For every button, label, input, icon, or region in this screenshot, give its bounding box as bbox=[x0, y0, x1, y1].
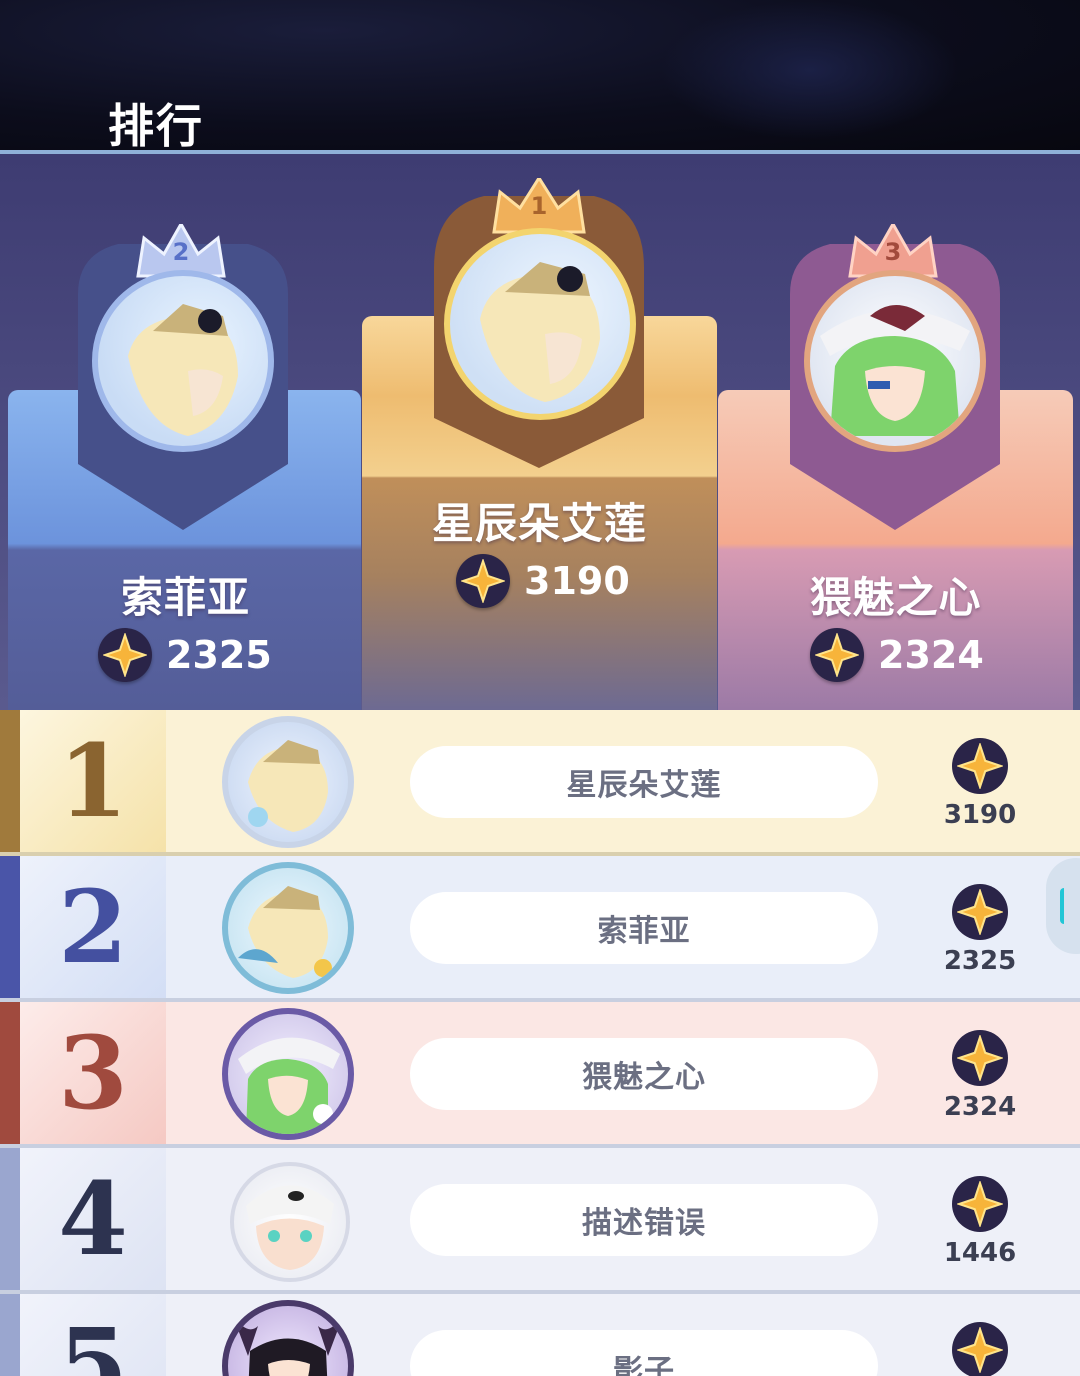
podium-name-first: 星辰朵艾莲 bbox=[431, 499, 647, 548]
side-tab-handle-icon[interactable] bbox=[1046, 858, 1080, 954]
header-bar: 排行 bbox=[0, 0, 1080, 153]
ranking-screen: 排行 2 索菲亚 2325 1 星辰朵艾莲 3190 3 猥魅之心 2324 1… bbox=[0, 0, 1080, 1376]
list-item[interactable]: 4 描述错误 1446 bbox=[0, 1148, 1080, 1290]
podium-badge-third: 3 bbox=[790, 224, 1000, 530]
player-name: 索菲亚 bbox=[410, 892, 878, 964]
list-item[interactable]: 2 索菲亚 2325 bbox=[0, 856, 1080, 998]
star-coin-icon bbox=[952, 884, 1008, 940]
podium-badge-second: 2 bbox=[78, 224, 288, 530]
player-score: 2324 bbox=[943, 1092, 1017, 1122]
podium-score-third: 2324 bbox=[810, 628, 984, 682]
avatar[interactable] bbox=[222, 862, 354, 994]
header-glow bbox=[660, 0, 960, 140]
avatar bbox=[804, 270, 986, 452]
avatar[interactable] bbox=[230, 1162, 350, 1282]
avatar[interactable] bbox=[222, 1008, 354, 1140]
star-coin-icon bbox=[952, 1176, 1008, 1232]
crown-icon: 3 bbox=[848, 224, 938, 278]
crown-icon: 1 bbox=[492, 178, 586, 234]
rank-stripe bbox=[0, 856, 20, 998]
avatar[interactable] bbox=[222, 716, 354, 848]
star-coin-icon bbox=[810, 628, 864, 682]
list-item[interactable]: 1 星辰朵艾莲 3190 bbox=[0, 710, 1080, 852]
page-title: 排行 bbox=[108, 99, 204, 153]
list-item[interactable]: 5 影子 bbox=[0, 1294, 1080, 1376]
player-name: 影子 bbox=[410, 1330, 878, 1376]
crown-icon: 2 bbox=[136, 224, 226, 278]
podium-name-third: 猥魅之心 bbox=[809, 573, 982, 622]
player-score: 1446 bbox=[943, 1238, 1017, 1268]
rank-stripe bbox=[0, 1148, 20, 1290]
star-coin-icon bbox=[952, 1322, 1008, 1376]
rank-stripe bbox=[0, 1002, 20, 1144]
list-item[interactable]: 3 猥魅之心 2324 bbox=[0, 1002, 1080, 1144]
player-name: 猥魅之心 bbox=[410, 1038, 878, 1110]
rank-stripe bbox=[0, 710, 20, 852]
avatar bbox=[444, 228, 636, 420]
player-score: 3190 bbox=[943, 800, 1017, 830]
player-name: 星辰朵艾莲 bbox=[410, 746, 878, 818]
star-coin-icon bbox=[456, 554, 510, 608]
star-coin-icon bbox=[952, 738, 1008, 794]
star-coin-icon bbox=[952, 1030, 1008, 1086]
podium-score-first: 3190 bbox=[456, 554, 630, 608]
player-name: 描述错误 bbox=[410, 1184, 878, 1256]
podium-name-second: 索菲亚 bbox=[120, 573, 250, 622]
star-coin-icon bbox=[98, 628, 152, 682]
rank-stripe bbox=[0, 1294, 20, 1376]
podium: 2 索菲亚 2325 1 星辰朵艾莲 3190 3 猥魅之心 2324 bbox=[0, 154, 1080, 710]
player-score: 2325 bbox=[943, 946, 1017, 976]
podium-badge-first: 1 bbox=[434, 178, 644, 468]
rank-number: 1 bbox=[58, 722, 128, 840]
rank-number: 4 bbox=[58, 1160, 128, 1278]
rank-number: 3 bbox=[58, 1014, 128, 1132]
podium-score-second: 2325 bbox=[98, 628, 272, 682]
avatar bbox=[92, 270, 274, 452]
avatar[interactable] bbox=[222, 1300, 354, 1376]
rank-number: 5 bbox=[58, 1306, 128, 1376]
rank-number: 2 bbox=[58, 868, 128, 986]
